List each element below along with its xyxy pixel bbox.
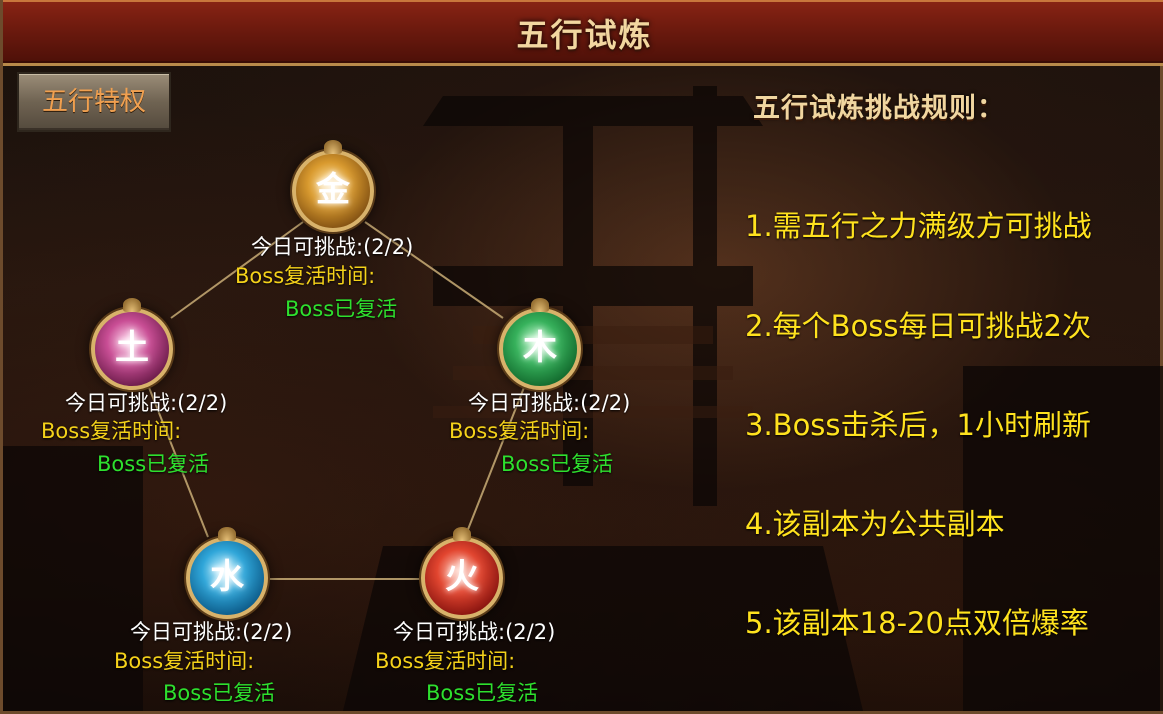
rule-item: 4.该副本为公共副本	[745, 507, 1005, 541]
trial-panel: 五行试炼 五行特权 金 今日可挑战:(2/2) Boss复活时间: Boss已复…	[0, 0, 1163, 714]
fire-revive-status: Boss已复活	[426, 681, 539, 705]
rules-title: 五行试炼挑战规则：	[753, 93, 1005, 124]
wood-revive-label: Boss复活时间:	[449, 419, 590, 443]
water-revive-status: Boss已复活	[163, 681, 276, 705]
water-glyph: 水	[210, 557, 244, 597]
metal-boss-node[interactable]: 金	[292, 140, 374, 232]
earth-glyph: 土	[115, 328, 149, 368]
earth-boss-node[interactable]: 土	[91, 298, 173, 390]
title-bar: 五行试炼	[3, 0, 1163, 66]
wood-boss-node[interactable]: 木	[499, 298, 581, 390]
water-boss-node[interactable]: 水	[186, 527, 268, 619]
earth-attempts: 今日可挑战:(2/2)	[65, 391, 228, 415]
page-title: 五行试炼	[516, 16, 653, 54]
metal-attempts: 今日可挑战:(2/2)	[251, 235, 414, 259]
five-elements-privilege-button[interactable]: 五行特权	[17, 72, 171, 132]
rule-item: 1.需五行之力满级方可挑战	[745, 209, 1092, 243]
wood-glyph: 木	[523, 328, 557, 368]
earth-revive-status: Boss已复活	[97, 452, 210, 476]
rule-item: 2.每个Boss每日可挑战2次	[745, 309, 1091, 343]
metal-revive-status: Boss已复活	[285, 297, 398, 321]
earth-revive-label: Boss复活时间:	[41, 419, 182, 443]
fire-attempts: 今日可挑战:(2/2)	[393, 620, 556, 644]
metal-revive-label: Boss复活时间:	[235, 264, 376, 288]
metal-glyph: 金	[316, 170, 350, 210]
wood-attempts: 今日可挑战:(2/2)	[468, 391, 631, 415]
fire-glyph: 火	[445, 557, 479, 597]
wood-revive-status: Boss已复活	[501, 452, 614, 476]
water-revive-label: Boss复活时间:	[114, 649, 255, 673]
rule-item: 3.Boss击杀后，1小时刷新	[745, 408, 1091, 442]
fire-boss-node[interactable]: 火	[421, 527, 503, 619]
fire-revive-label: Boss复活时间:	[375, 649, 516, 673]
water-attempts: 今日可挑战:(2/2)	[130, 620, 293, 644]
rule-item: 5.该副本18-20点双倍爆率	[745, 606, 1089, 640]
